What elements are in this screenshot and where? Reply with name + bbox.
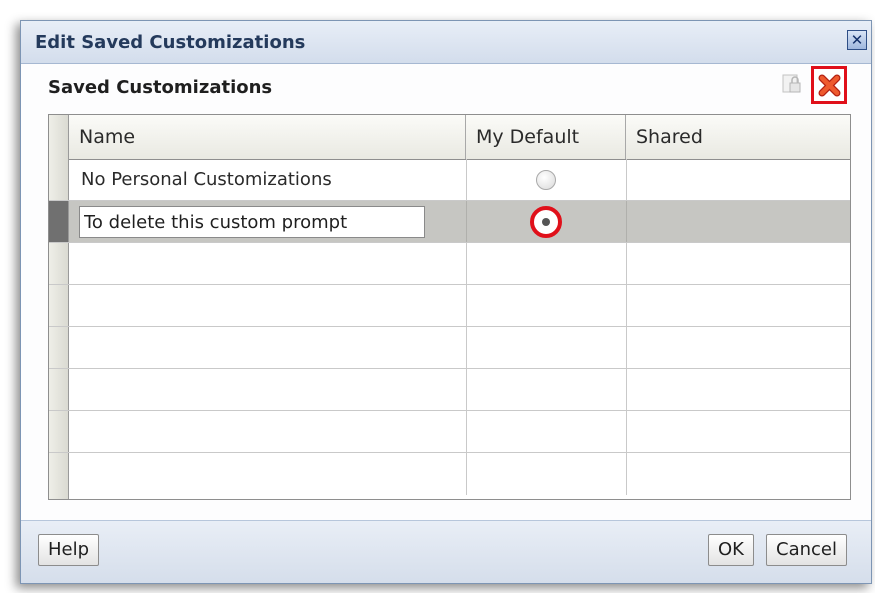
- column-divider: [466, 243, 467, 284]
- column-header-my-default[interactable]: My Default: [466, 115, 626, 159]
- column-divider: [466, 411, 467, 452]
- column-divider: [466, 285, 467, 326]
- column-divider: [466, 369, 467, 410]
- row-header: [49, 453, 69, 499]
- row-header: [49, 327, 69, 368]
- column-divider: [626, 453, 627, 495]
- column-divider: [466, 159, 467, 200]
- column-divider: [626, 369, 627, 410]
- column-divider: [466, 453, 467, 495]
- close-icon[interactable]: ✕: [847, 30, 867, 50]
- table-row[interactable]: [49, 201, 850, 243]
- table-row[interactable]: [49, 453, 850, 499]
- lock-icon[interactable]: [781, 73, 803, 95]
- column-divider: [626, 243, 627, 284]
- row-name: No Personal Customizations: [81, 169, 332, 190]
- edit-saved-customizations-dialog: Edit Saved Customizations ✕ Saved Custom…: [20, 20, 872, 584]
- column-divider: [626, 327, 627, 368]
- table-row[interactable]: No Personal Customizations: [49, 159, 850, 201]
- radio-dot: [542, 218, 550, 226]
- row-header: [49, 159, 69, 200]
- cancel-button[interactable]: Cancel: [766, 534, 847, 566]
- delete-button[interactable]: [811, 66, 847, 104]
- table-row[interactable]: [49, 369, 850, 411]
- my-default-radio[interactable]: [536, 170, 556, 190]
- customizations-table: Name My Default Shared No Personal Custo…: [48, 114, 851, 500]
- dialog-footer: Help OK Cancel: [21, 520, 871, 583]
- dialog-title: Edit Saved Customizations: [35, 32, 306, 53]
- column-divider: [626, 285, 627, 326]
- row-header: [49, 285, 69, 326]
- row-name-input[interactable]: [79, 206, 425, 238]
- my-default-radio-selected[interactable]: [530, 206, 562, 238]
- delete-icon: [818, 74, 841, 97]
- row-header: [49, 411, 69, 452]
- row-header: [49, 243, 69, 284]
- row-header: [49, 369, 69, 410]
- header-corner: [49, 115, 69, 159]
- table-header: Name My Default Shared: [49, 115, 850, 160]
- table-row[interactable]: [49, 327, 850, 369]
- help-button[interactable]: Help: [38, 534, 100, 566]
- dialog-titlebar: Edit Saved Customizations ✕: [21, 21, 871, 64]
- table-row[interactable]: [49, 411, 850, 453]
- column-divider: [626, 201, 627, 242]
- row-header: [49, 201, 69, 242]
- column-header-shared[interactable]: Shared: [626, 115, 848, 159]
- ok-button[interactable]: OK: [708, 534, 754, 566]
- table-row[interactable]: [49, 285, 850, 327]
- column-divider: [466, 201, 467, 242]
- column-header-name[interactable]: Name: [69, 115, 466, 159]
- section-title: Saved Customizations: [48, 77, 273, 98]
- column-divider: [626, 159, 627, 200]
- table-row[interactable]: [49, 243, 850, 285]
- column-divider: [466, 327, 467, 368]
- column-divider: [626, 411, 627, 452]
